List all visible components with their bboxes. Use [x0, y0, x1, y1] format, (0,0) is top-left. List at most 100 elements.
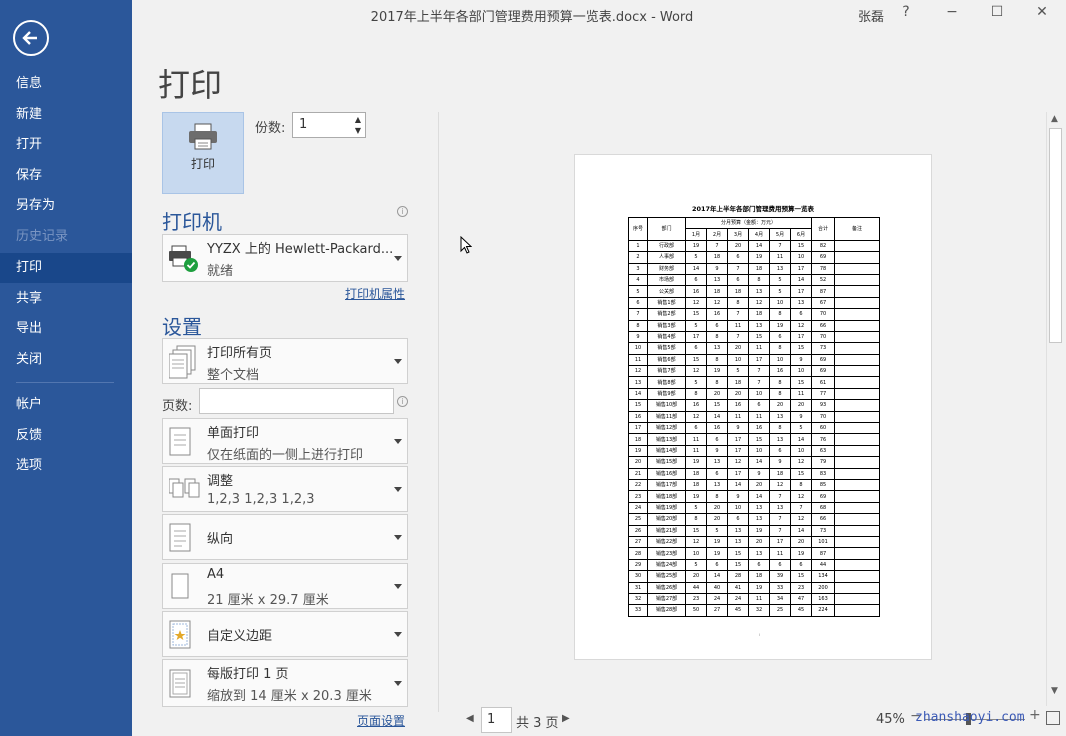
- table-cell-note: [834, 433, 880, 446]
- info-icon[interactable]: i: [397, 396, 408, 407]
- table-cell: 销售13部: [647, 433, 686, 446]
- table-cell: 47: [790, 592, 812, 606]
- close-button[interactable]: ✕: [1032, 4, 1052, 20]
- table-cell: 12: [790, 513, 812, 526]
- table-cell: 18: [748, 262, 770, 275]
- table-cell: 20: [748, 535, 770, 549]
- table-row: 29 销售24部 5 6 15 6 6 6 44: [628, 558, 880, 572]
- info-icon[interactable]: i: [397, 206, 408, 217]
- nav-item-new[interactable]: 新建: [0, 100, 132, 130]
- pages-input[interactable]: [199, 388, 394, 414]
- table-cell: 10: [748, 444, 770, 458]
- table-cell-note: [834, 535, 880, 549]
- table-cell: 22: [628, 478, 648, 492]
- margins-title: 自定义边距: [207, 629, 273, 644]
- table-cell: 销售2部: [647, 308, 686, 321]
- fit-page-icon[interactable]: [1046, 711, 1060, 725]
- nav-item-share[interactable]: 共享: [0, 284, 132, 314]
- table-cell: 17: [727, 467, 749, 481]
- nav-item-print[interactable]: 打印: [0, 253, 132, 283]
- next-page-icon[interactable]: ▶: [562, 713, 570, 724]
- current-page-input[interactable]: 1: [481, 707, 512, 733]
- table-cell: 销售11部: [647, 410, 686, 424]
- page-setup-link[interactable]: 页面设置: [357, 712, 405, 729]
- help-button[interactable]: ?: [896, 4, 916, 20]
- table-cell: 13: [748, 501, 770, 515]
- pages-per-sheet-dropdown[interactable]: 每版打印 1 页 缩放到 14 厘米 x 20.3 厘米: [162, 659, 408, 707]
- table-row: 1 行政部 19 7 20 14 7 15 82: [628, 239, 880, 253]
- table-cell: 14: [706, 570, 728, 583]
- nav-item-save[interactable]: 保存: [0, 161, 132, 191]
- table-cell: 10: [685, 547, 707, 560]
- table-row: 14 销售9部 8 20 20 10 8 11 77: [628, 387, 880, 401]
- print-button[interactable]: 打印: [162, 112, 244, 194]
- portrait-icon: [169, 523, 191, 552]
- header-month: 6月: [790, 228, 812, 241]
- table-cell: 7: [769, 490, 791, 503]
- print-range-dropdown[interactable]: 打印所有页 整个文档: [162, 338, 408, 384]
- preview-scrollbar[interactable]: ▲ ▼: [1046, 112, 1063, 706]
- scroll-up-icon[interactable]: ▲: [1051, 114, 1058, 124]
- nav-item-export[interactable]: 导出: [0, 314, 132, 344]
- table-cell: 19: [706, 365, 728, 378]
- nav-item-account[interactable]: 帐户: [0, 390, 132, 420]
- zoom-level[interactable]: 45%: [876, 712, 905, 727]
- table-cell-note: [834, 558, 880, 572]
- header-group: 分月预算（金额：万元）: [685, 216, 812, 230]
- sides-dropdown[interactable]: 单面打印 仅在纸面的一侧上进行打印: [162, 418, 408, 464]
- maximize-button[interactable]: ☐: [987, 4, 1007, 20]
- paper-size-dropdown[interactable]: A4 21 厘米 x 29.7 厘米: [162, 563, 408, 609]
- prev-page-icon[interactable]: ◀: [466, 713, 474, 724]
- table-cell: 15: [706, 399, 728, 412]
- table-cell: 销售16部: [647, 467, 686, 481]
- table-cell: 9: [790, 410, 812, 424]
- table-cell: 12: [769, 478, 791, 492]
- table-cell: 101: [811, 535, 835, 549]
- table-cell: 61: [811, 376, 835, 389]
- copies-value[interactable]: 1: [299, 117, 307, 132]
- table-cell: 5: [685, 251, 707, 264]
- nav-item-options[interactable]: 选项: [0, 451, 132, 481]
- table-cell: 15: [685, 308, 707, 321]
- table-cell: 7: [727, 308, 749, 321]
- back-button[interactable]: [13, 20, 49, 56]
- nav-item-save-as[interactable]: 另存为: [0, 191, 132, 221]
- table-cell: 8: [727, 296, 749, 310]
- back-arrow-icon: [22, 31, 37, 45]
- margins-dropdown[interactable]: 自定义边距: [162, 611, 408, 657]
- page-total: 共 3 页: [516, 716, 559, 731]
- nav-item-info[interactable]: 信息: [0, 69, 132, 99]
- table-cell-note: [834, 285, 880, 298]
- stepper-up-icon[interactable]: ▲: [355, 115, 361, 124]
- collate-dropdown[interactable]: 调整 1,2,3 1,2,3 1,2,3: [162, 466, 408, 512]
- table-cell: 6: [790, 558, 812, 572]
- table-cell: 5: [685, 501, 707, 515]
- nav-item-feedback[interactable]: 反馈: [0, 421, 132, 451]
- table-cell: 20: [706, 387, 728, 401]
- header-month: 4月: [748, 228, 770, 241]
- table-cell: 18: [748, 308, 770, 321]
- nav-item-open[interactable]: 打开: [0, 130, 132, 160]
- printer-properties-link[interactable]: 打印机属性: [345, 285, 405, 302]
- zoom-in-icon[interactable]: +: [1029, 707, 1041, 723]
- stepper-down-icon[interactable]: ▼: [355, 126, 361, 135]
- scroll-down-icon[interactable]: ▼: [1051, 686, 1058, 696]
- preview-table: 序号 部门 分月预算（金额：万元） 合计 备注 1月 2月 3月 4月 5月 6月 1 行政…: [628, 216, 880, 617]
- orientation-dropdown[interactable]: 纵向: [162, 514, 408, 560]
- user-name[interactable]: 张磊: [858, 6, 884, 25]
- minimize-button[interactable]: −: [942, 4, 962, 20]
- table-cell: 8: [769, 387, 791, 401]
- table-cell: 6: [727, 273, 749, 287]
- table-cell: 20: [727, 239, 749, 253]
- copies-stepper[interactable]: 1 ▲ ▼: [292, 112, 366, 138]
- print-button-label: 打印: [190, 157, 215, 171]
- printer-dropdown[interactable]: YYZX 上的 Hewlett-Packard... 就绪: [162, 234, 408, 282]
- chevron-down-icon: [394, 535, 402, 540]
- table-cell: 11: [769, 547, 791, 560]
- nav-item-close[interactable]: 关闭: [0, 345, 132, 375]
- table-cell-note: [834, 342, 880, 355]
- table-cell: 11: [685, 433, 707, 446]
- pages-label: 页数:: [162, 399, 193, 414]
- scroll-thumb[interactable]: [1049, 128, 1062, 343]
- table-cell: 17: [727, 433, 749, 446]
